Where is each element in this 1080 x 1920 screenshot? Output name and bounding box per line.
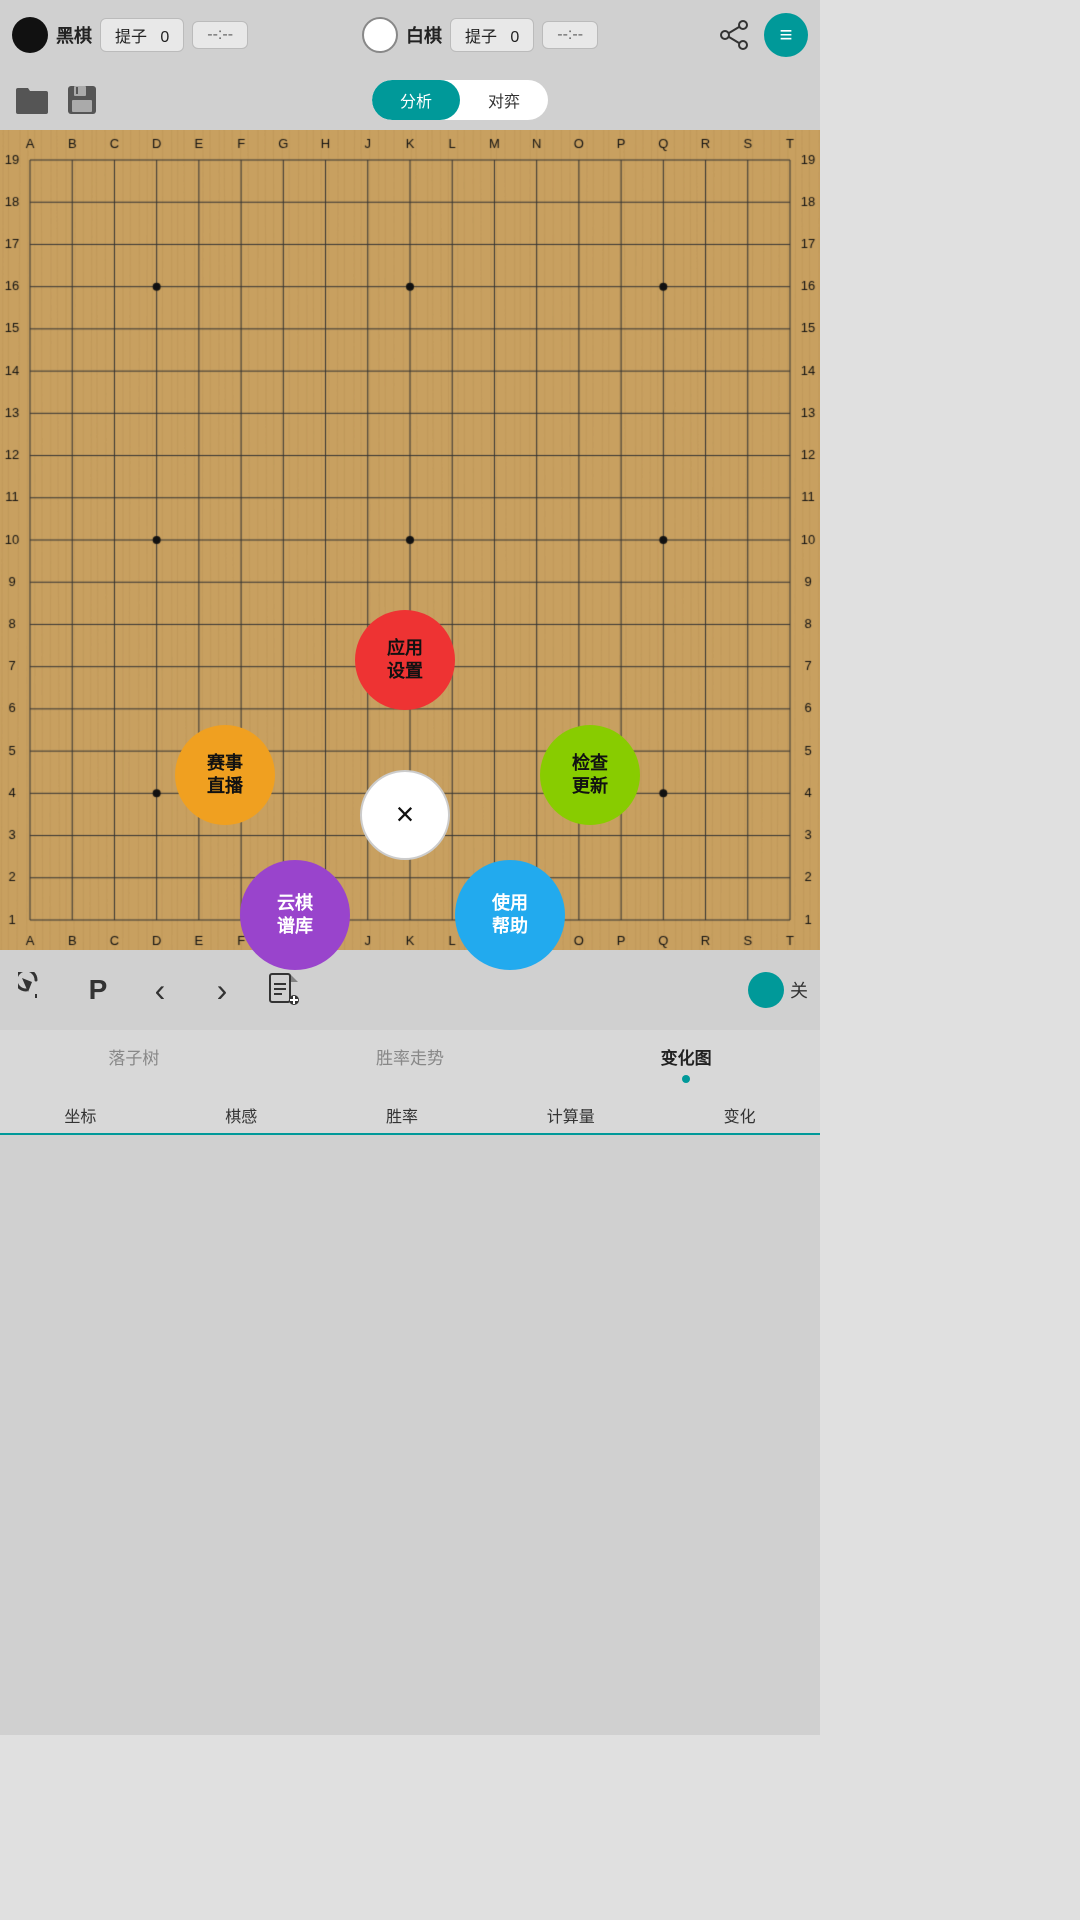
sub-tabs: 坐标 棋感 胜率 计算量 变化 xyxy=(0,1093,820,1135)
opponent-mode-button[interactable]: 对弈 xyxy=(460,80,548,120)
menu-icon: ≡ xyxy=(780,22,793,48)
toggle-control: 关 xyxy=(748,972,808,1008)
black-capture-box: 提子 0 xyxy=(100,18,184,52)
black-time-box: --:-- xyxy=(192,21,248,49)
share-button[interactable] xyxy=(712,13,756,57)
file-open-button[interactable] xyxy=(260,966,308,1014)
black-capture-value: 0 xyxy=(160,29,169,46)
tab-move-tree[interactable]: 落子树 xyxy=(98,1040,169,1083)
check-update-button[interactable]: 检查更新 xyxy=(540,725,640,825)
live-broadcast-button[interactable]: 赛事直播 xyxy=(175,725,275,825)
subtab-variation[interactable]: 变化 xyxy=(724,1103,756,1127)
next-button[interactable]: › xyxy=(198,966,246,1014)
tab-active-indicator xyxy=(682,1075,690,1083)
undo-button[interactable] xyxy=(12,966,60,1014)
white-time: --:-- xyxy=(557,26,583,43)
white-label: 白棋 xyxy=(406,22,442,48)
folder-button[interactable] xyxy=(12,80,52,120)
subtab-coordinates[interactable]: 坐标 xyxy=(64,1103,96,1127)
black-label: 黑棋 xyxy=(56,22,92,48)
black-stone-icon xyxy=(12,17,48,53)
help-button[interactable]: 使用帮助 xyxy=(455,860,565,970)
subtab-computation[interactable]: 计算量 xyxy=(547,1103,595,1127)
toolbar: 分析 对弈 xyxy=(0,70,820,130)
save-button[interactable] xyxy=(62,80,102,120)
black-capture-label: 提子 xyxy=(115,29,147,46)
white-capture-box: 提子 0 xyxy=(450,18,534,52)
bottom-area xyxy=(0,1135,820,1735)
board-wrapper: 应用设置 赛事直播 检查更新 × 云棋谱库 使用帮助 xyxy=(0,130,820,950)
mode-toggle: 分析 对弈 xyxy=(372,80,548,120)
close-radial-button[interactable]: × xyxy=(360,770,450,860)
white-capture-label: 提子 xyxy=(465,29,497,46)
subtab-winrate[interactable]: 胜率 xyxy=(386,1103,418,1127)
tab-win-trend[interactable]: 胜率走势 xyxy=(366,1040,454,1083)
menu-button[interactable]: ≡ xyxy=(764,13,808,57)
white-capture-value: 0 xyxy=(510,29,519,46)
cloud-library-button[interactable]: 云棋谱库 xyxy=(240,860,350,970)
pass-button[interactable]: P xyxy=(74,966,122,1014)
white-stone-icon xyxy=(362,17,398,53)
analysis-tabs: 落子树 胜率走势 变化图 xyxy=(0,1030,820,1093)
toggle-label: 关 xyxy=(790,977,808,1003)
tab-variation[interactable]: 变化图 xyxy=(651,1040,722,1073)
prev-button[interactable]: ‹ xyxy=(136,966,184,1014)
header: 黑棋 提子 0 --:-- 白棋 提子 0 --:-- ≡ xyxy=(0,0,820,70)
app-settings-button[interactable]: 应用设置 xyxy=(355,610,455,710)
toggle-dot[interactable] xyxy=(748,972,784,1008)
subtab-intuition[interactable]: 棋感 xyxy=(225,1103,257,1127)
black-time: --:-- xyxy=(207,26,233,43)
bottom-controls: P ‹ › 关 xyxy=(0,950,820,1030)
analysis-mode-button[interactable]: 分析 xyxy=(372,80,460,120)
white-time-box: --:-- xyxy=(542,21,598,49)
